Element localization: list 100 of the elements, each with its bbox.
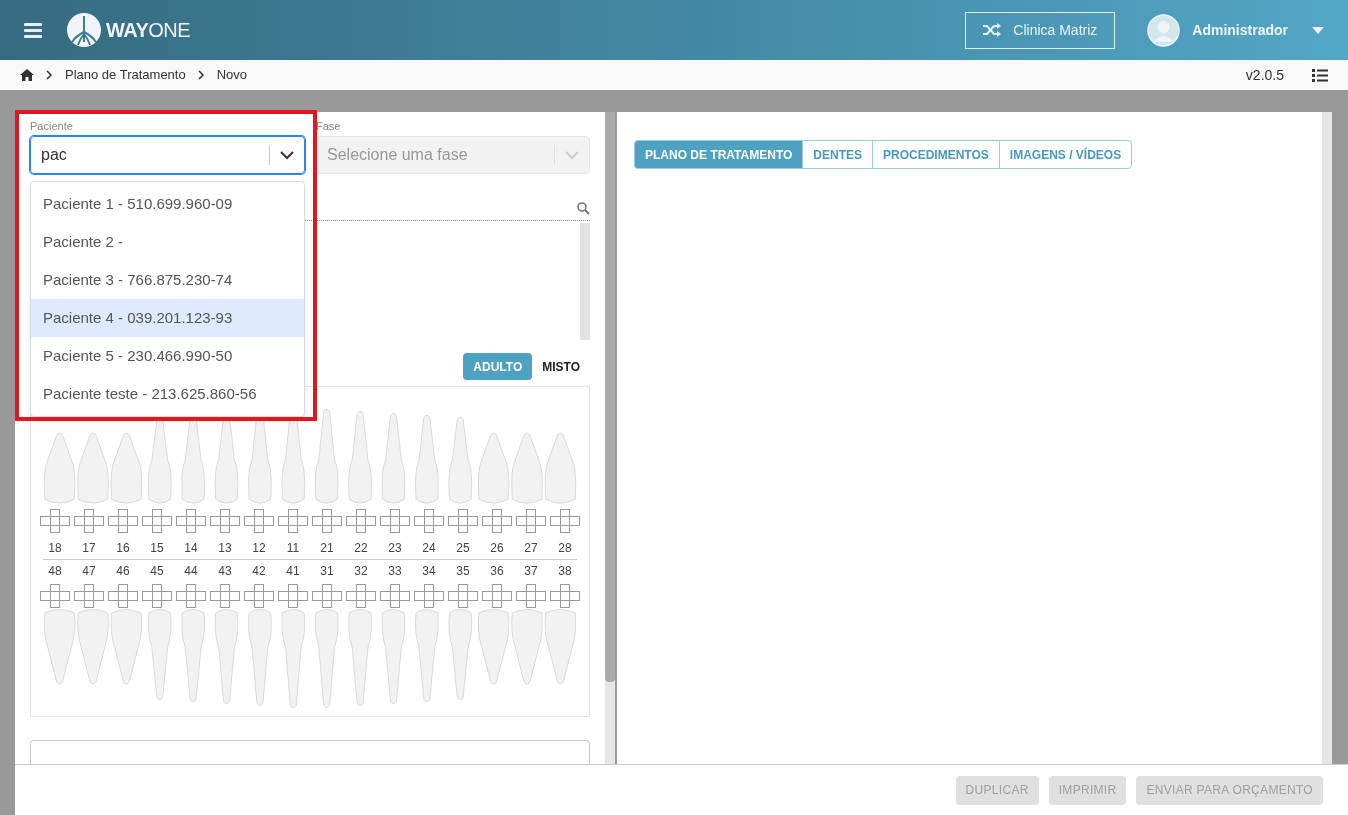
version-label: v2.0.5 [1245, 65, 1284, 85]
patient-select-value: pac [41, 145, 68, 165]
tooth-surface-icon[interactable] [142, 509, 172, 533]
scrollbar[interactable] [580, 222, 590, 340]
tooth-surface-icon[interactable] [448, 509, 478, 533]
tooth-number: 11 [286, 540, 300, 557]
tooth-surface-icon[interactable] [516, 584, 546, 608]
chevron-icon [46, 70, 53, 80]
tooth-surface-icon[interactable] [482, 509, 512, 533]
dropdown-option[interactable]: Paciente teste - 213.625.860-56 [31, 375, 304, 413]
tooth-number: 12 [252, 540, 266, 557]
tooth-number: 44 [184, 563, 198, 580]
patient-select[interactable]: pac [30, 136, 305, 174]
tooth-surface-icon[interactable] [380, 509, 410, 533]
tooth-number: 48 [48, 563, 62, 580]
caret-icon[interactable] [1312, 26, 1324, 34]
dropdown-option[interactable]: Paciente 1 - 510.699.960-09 [31, 185, 304, 223]
tooth-number: 41 [286, 563, 300, 580]
tab[interactable]: DENTES [802, 140, 873, 169]
tooth-surface-icon[interactable] [176, 584, 206, 608]
tooth-number: 46 [116, 563, 130, 580]
scrollbar[interactable] [1322, 112, 1332, 764]
tooth-surface-icon[interactable] [108, 584, 138, 608]
tooth-number: 23 [388, 540, 402, 557]
tooth-number: 42 [252, 563, 266, 580]
tooth-number: 14 [184, 540, 198, 557]
tooth-number: 43 [218, 563, 232, 580]
tooth-number: 22 [354, 540, 368, 557]
tab[interactable]: PLANO DE TRATAMENTO [634, 140, 804, 169]
tooth-surface-icon[interactable] [414, 584, 444, 608]
tooth-surface-icon[interactable] [244, 509, 274, 533]
shuffle-icon [983, 23, 1002, 37]
tooth-surface-icon[interactable] [278, 509, 308, 533]
home-icon[interactable] [20, 69, 34, 81]
breadcrumb-item[interactable]: Plano de Tratamento [65, 65, 186, 85]
logo-icon [66, 12, 102, 48]
field-label: Fase [316, 119, 342, 133]
tooth-surface-icon[interactable] [516, 509, 546, 533]
user-name[interactable]: Administrador [1192, 19, 1288, 41]
phase-select-placeholder: Selecione uma fase [327, 145, 469, 165]
user-avatar-icon[interactable] [1147, 13, 1181, 47]
tooth-surface-icon[interactable] [244, 584, 274, 608]
tooth-surface-icon[interactable] [346, 509, 376, 533]
tooth-surface-icon[interactable] [482, 584, 512, 608]
tooth-number: 32 [354, 563, 368, 580]
tooth-number: 38 [558, 563, 572, 580]
tooth-number: 13 [218, 540, 232, 557]
menu-icon[interactable] [24, 22, 42, 38]
tooth-surface-icon[interactable] [74, 584, 104, 608]
logo-text: WAYONE [106, 18, 191, 43]
dropdown-option[interactable]: Paciente 2 - [31, 223, 304, 261]
tooth-number: 35 [456, 563, 470, 580]
tooth-number: 45 [150, 563, 164, 580]
tooth-number: 26 [490, 540, 504, 557]
tooth-surface-icon[interactable] [346, 584, 376, 608]
tooth-number: 16 [116, 540, 130, 557]
scrollbar[interactable] [605, 112, 615, 764]
chevron-down-icon[interactable] [280, 150, 294, 160]
tooth-number: 17 [82, 540, 96, 557]
tooth-surface-icon[interactable] [210, 509, 240, 533]
tooth-surface-icon[interactable] [40, 509, 70, 533]
tooth-number: 25 [456, 540, 470, 557]
clinic-switch-button[interactable]: Clinica Matriz [965, 11, 1116, 49]
tooth-surface-icon[interactable] [550, 584, 580, 608]
tooth-surface-icon[interactable] [176, 509, 206, 533]
tooth-number: 24 [422, 540, 436, 557]
tooth-surface-icon[interactable] [108, 509, 138, 533]
tooth-surface-icon[interactable] [312, 584, 342, 608]
chevron-icon [197, 70, 205, 80]
tooth-number: 47 [82, 563, 96, 580]
chevron-down-icon [565, 150, 579, 160]
tooth-number: 36 [490, 563, 504, 580]
tooth-surface-icon[interactable] [414, 509, 444, 533]
dentition-toggle[interactable]: ADULTO [463, 353, 533, 380]
tooth-number: 37 [524, 563, 538, 580]
tab[interactable]: IMAGENS / VÍDEOS [998, 140, 1133, 169]
tooth-surface-icon[interactable] [312, 509, 342, 533]
tooth-surface-icon[interactable] [380, 584, 410, 608]
dropdown-option[interactable]: Paciente 5 - 230.466.990-50 [31, 337, 304, 375]
tooth-surface-icon[interactable] [74, 509, 104, 533]
tab[interactable]: PROCEDIMENTOS [872, 140, 1000, 169]
tooth-surface-icon[interactable] [550, 509, 580, 533]
breadcrumb-item: Novo [216, 66, 248, 85]
dropdown-option[interactable]: Paciente 3 - 766.875.230-74 [31, 261, 304, 299]
tooth-surface-icon[interactable] [448, 584, 478, 608]
tooth-number: 31 [320, 563, 334, 580]
dropdown-option[interactable]: Paciente 4 - 039.201.123-93 [31, 299, 304, 337]
tooth-number: 21 [320, 540, 334, 557]
tooth-surface-icon[interactable] [210, 584, 240, 608]
tooth-number: 34 [422, 563, 436, 580]
search-icon [577, 202, 590, 216]
tooth-surface-icon[interactable] [278, 584, 308, 608]
tooth-number: 28 [558, 540, 572, 557]
tooth-number: 18 [48, 540, 62, 557]
list-icon[interactable] [1312, 68, 1328, 82]
tooth-number: 15 [150, 540, 164, 557]
tooth-surface-icon[interactable] [142, 584, 172, 608]
field-label: Paciente [30, 119, 74, 133]
tooth-number: 33 [388, 563, 402, 580]
tooth-surface-icon[interactable] [40, 584, 70, 608]
